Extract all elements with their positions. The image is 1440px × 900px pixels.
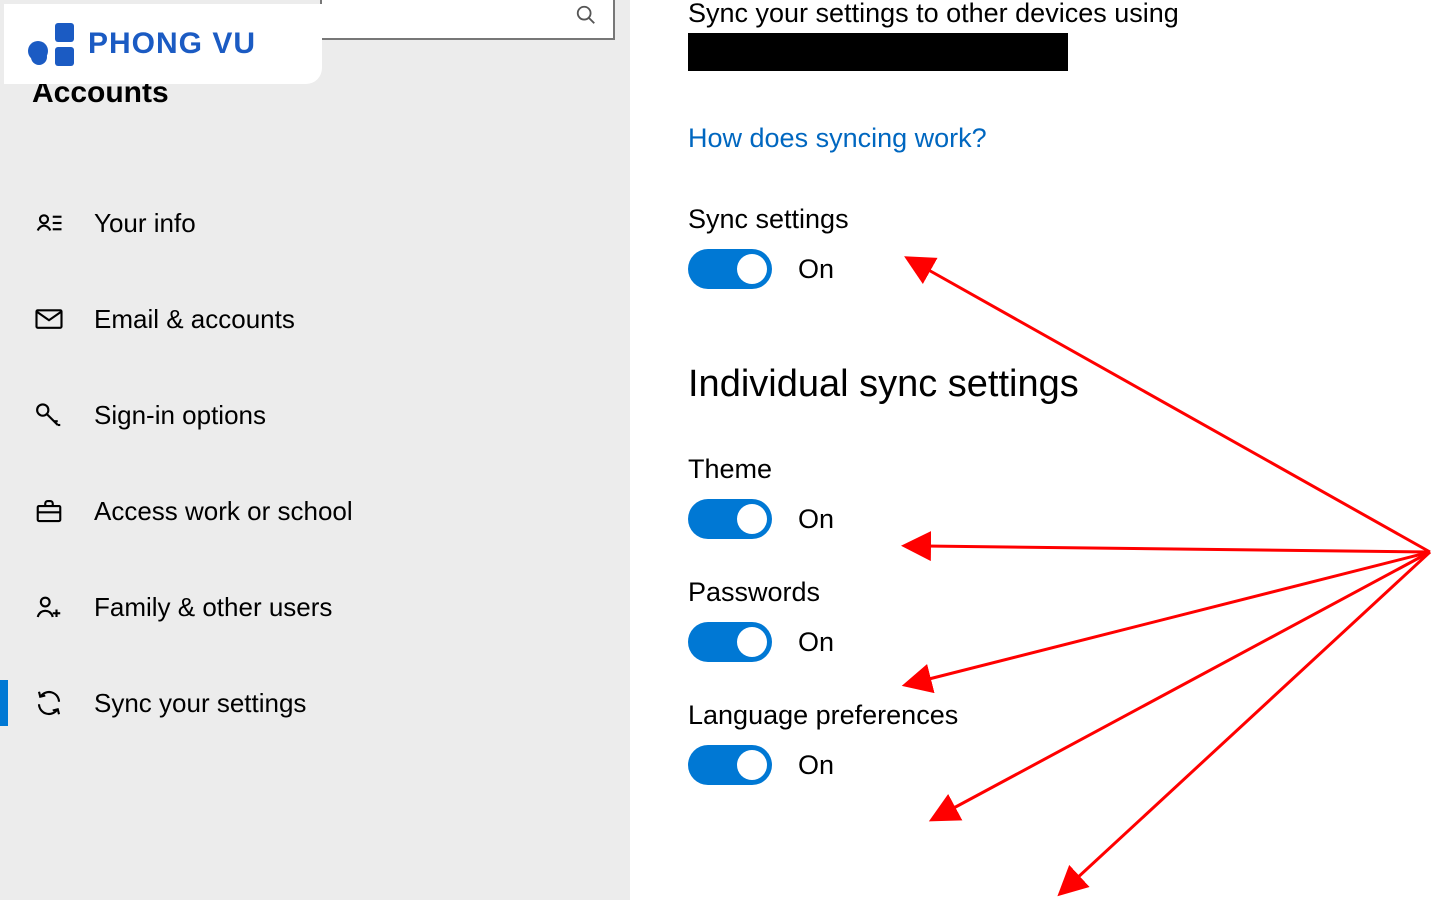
how-syncing-works-link[interactable]: How does syncing work?	[688, 123, 987, 154]
redacted-account	[688, 33, 1068, 71]
sidebar-item-access-work-school[interactable]: Access work or school	[0, 476, 630, 546]
brand-logo: PHONG VU	[4, 4, 322, 84]
sidebar-item-label: Email & accounts	[94, 304, 295, 335]
theme-label: Theme	[688, 454, 1440, 485]
sidebar-item-family-other-users[interactable]: Family & other users	[0, 572, 630, 642]
language-preferences-toggle[interactable]	[688, 745, 772, 785]
people-add-icon	[32, 590, 66, 624]
sidebar-item-label: Family & other users	[94, 592, 332, 623]
key-icon	[32, 398, 66, 432]
sidebar-nav: Your info Email & accounts Sign-in optio…	[0, 188, 630, 764]
sidebar-item-label: Access work or school	[94, 496, 353, 527]
mail-icon	[32, 302, 66, 336]
sync-intro-text: Sync your settings to other devices usin…	[688, 0, 1440, 29]
theme-toggle[interactable]	[688, 499, 772, 539]
brand-logo-mark	[26, 20, 78, 68]
sidebar-item-label: Sync your settings	[94, 688, 306, 719]
sync-settings-toggle[interactable]	[688, 249, 772, 289]
settings-sidebar: PHONG VU Accounts Your info Email & acco…	[0, 0, 630, 900]
sync-icon	[32, 686, 66, 720]
sidebar-item-label: Sign-in options	[94, 400, 266, 431]
sidebar-item-your-info[interactable]: Your info	[0, 188, 630, 258]
sync-settings-label: Sync settings	[688, 204, 1440, 235]
toggle-state: On	[798, 627, 834, 658]
toggle-state: On	[798, 254, 834, 285]
search-icon	[575, 4, 597, 31]
search-input[interactable]	[320, 0, 615, 40]
sidebar-item-email-accounts[interactable]: Email & accounts	[0, 284, 630, 354]
settings-content: Sync your settings to other devices usin…	[630, 0, 1440, 900]
language-preferences-label: Language preferences	[688, 700, 1440, 731]
toggle-state: On	[798, 504, 834, 535]
brand-logo-text: PHONG VU	[88, 27, 256, 61]
toggle-state: On	[798, 750, 834, 781]
sidebar-item-label: Your info	[94, 208, 196, 239]
sidebar-item-sign-in-options[interactable]: Sign-in options	[0, 380, 630, 450]
person-card-icon	[32, 206, 66, 240]
sidebar-item-sync-settings[interactable]: Sync your settings	[0, 668, 630, 738]
briefcase-icon	[32, 494, 66, 528]
passwords-label: Passwords	[688, 577, 1440, 608]
individual-sync-heading: Individual sync settings	[688, 363, 1440, 406]
passwords-toggle[interactable]	[688, 622, 772, 662]
